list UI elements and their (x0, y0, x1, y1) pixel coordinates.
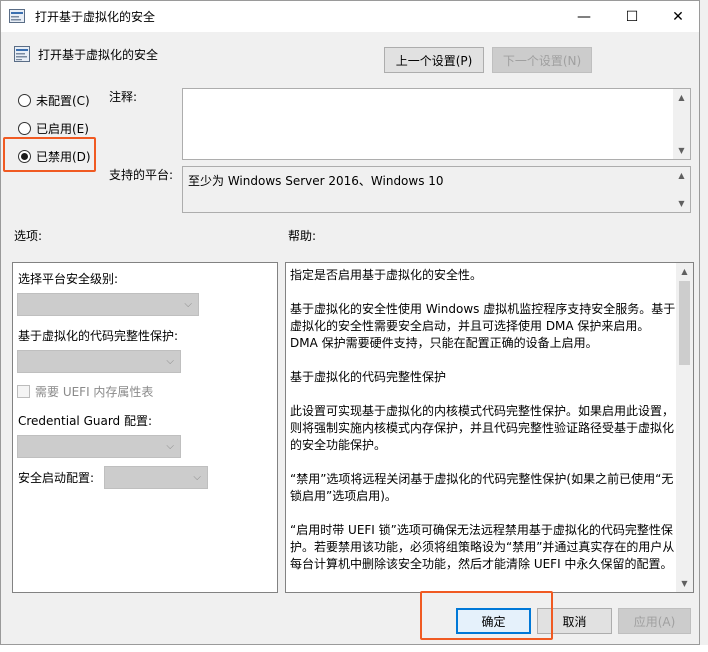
window-title: 打开基于虚拟化的安全 (35, 10, 156, 24)
platform-field: 至少为 Windows Server 2016、Windows 10 ▲ ▼ (182, 166, 691, 213)
close-icon[interactable]: ✕ (655, 1, 701, 32)
radio-circle (18, 122, 31, 135)
scroll-up-icon[interactable]: ▲ (673, 167, 690, 184)
next-setting-button[interactable]: 下一个设置(N) (492, 47, 592, 73)
help-paragraph: “启用时带 UEFI 锁”选项可确保无法远程禁用基于虚拟化的代码完整性保护。若要… (290, 523, 675, 571)
help-panel[interactable]: 指定是否启用基于虚拟化的安全性。 基于虚拟化的安全性使用 Windows 虚拟机… (285, 262, 694, 593)
options-panel: 选择平台安全级别: ⌵ 基于虚拟化的代码完整性保护: ⌵ 需要 UEFI 内存属… (12, 262, 278, 593)
platform-level-label: 选择平台安全级别: (18, 272, 119, 286)
platform-scrollbar[interactable]: ▲ ▼ (673, 167, 690, 212)
apply-button[interactable]: 应用(A) (618, 608, 691, 634)
code-integrity-dropdown[interactable]: ⌵ (17, 350, 181, 373)
options-heading: 选项: (14, 229, 43, 243)
radio-circle (18, 94, 31, 107)
chevron-down-icon: ⌵ (184, 299, 192, 310)
scroll-up-icon[interactable]: ▲ (676, 263, 693, 280)
maximize-icon[interactable]: ☐ (609, 1, 655, 32)
policy-settings-icon (14, 46, 30, 62)
previous-setting-button[interactable]: 上一个设置(P) (384, 47, 484, 73)
credential-guard-label: Credential Guard 配置: (18, 414, 153, 428)
policy-settings-icon (9, 9, 25, 23)
scrollbar-thumb[interactable] (679, 281, 690, 365)
chevron-down-icon: ⌵ (193, 472, 201, 483)
radio-not-configured[interactable]: 未配置(C) (18, 92, 90, 109)
highlight-ok-button (420, 591, 553, 640)
help-heading: 帮助: (288, 229, 317, 243)
minimize-icon[interactable]: — (561, 1, 607, 32)
title-bar[interactable]: 打开基于虚拟化的安全 — ☐ ✕ (1, 1, 699, 32)
comment-label: 注释: (109, 90, 138, 104)
uefi-checkbox[interactable]: 需要 UEFI 内存属性表 (17, 383, 153, 400)
highlight-disabled-option (3, 137, 96, 172)
scroll-down-icon[interactable]: ▼ (673, 195, 690, 212)
help-text: 指定是否启用基于虚拟化的安全性。 基于虚拟化的安全性使用 Windows 虚拟机… (290, 267, 676, 590)
background-window (0, 645, 708, 652)
scroll-up-icon[interactable]: ▲ (673, 89, 690, 106)
help-paragraph: 此设置可实现基于虚拟化的内核模式代码完整性保护。如果启用此设置，则将强制实施内核… (290, 404, 675, 452)
help-paragraph: 基于虚拟化的安全性使用 Windows 虚拟机监控程序支持安全服务。基于虚拟化的… (290, 302, 676, 350)
uefi-checkbox-label: 需要 UEFI 内存属性表 (35, 385, 154, 399)
help-paragraph: 指定是否启用基于虚拟化的安全性。 (290, 268, 483, 282)
policy-dialog: 打开基于虚拟化的安全 — ☐ ✕ 打开基于虚拟化的安全 上一个设置(P) 下一个… (0, 0, 700, 645)
platform-label: 支持的平台: (109, 168, 174, 182)
radio-enabled[interactable]: 已启用(E) (18, 120, 89, 137)
scroll-down-icon[interactable]: ▼ (676, 575, 693, 592)
help-paragraph: 基于虚拟化的代码完整性保护 (290, 370, 447, 384)
chevron-down-icon: ⌵ (166, 441, 174, 452)
code-integrity-label: 基于虚拟化的代码完整性保护: (18, 329, 179, 343)
secure-launch-dropdown[interactable]: ⌵ (104, 466, 208, 489)
radio-label: 未配置(C) (36, 94, 90, 108)
platform-value: 至少为 Windows Server 2016、Windows 10 (188, 174, 444, 188)
help-scrollbar[interactable]: ▲ ▼ (676, 263, 693, 592)
credential-guard-dropdown[interactable]: ⌵ (17, 435, 181, 458)
platform-level-dropdown[interactable]: ⌵ (17, 293, 199, 316)
chevron-down-icon: ⌵ (166, 356, 174, 367)
comment-textarea[interactable]: ▲ ▼ (182, 88, 691, 160)
radio-label: 已启用(E) (36, 122, 89, 136)
secure-launch-label: 安全启动配置: (18, 471, 95, 485)
checkbox-box (17, 385, 30, 398)
scroll-down-icon[interactable]: ▼ (673, 142, 690, 159)
help-paragraph: “禁用”选项将远程关闭基于虚拟化的代码完整性保护(如果之前已使用“无锁启用”选项… (290, 472, 674, 503)
policy-name: 打开基于虚拟化的安全 (38, 48, 159, 62)
comment-scrollbar[interactable]: ▲ ▼ (673, 89, 690, 159)
